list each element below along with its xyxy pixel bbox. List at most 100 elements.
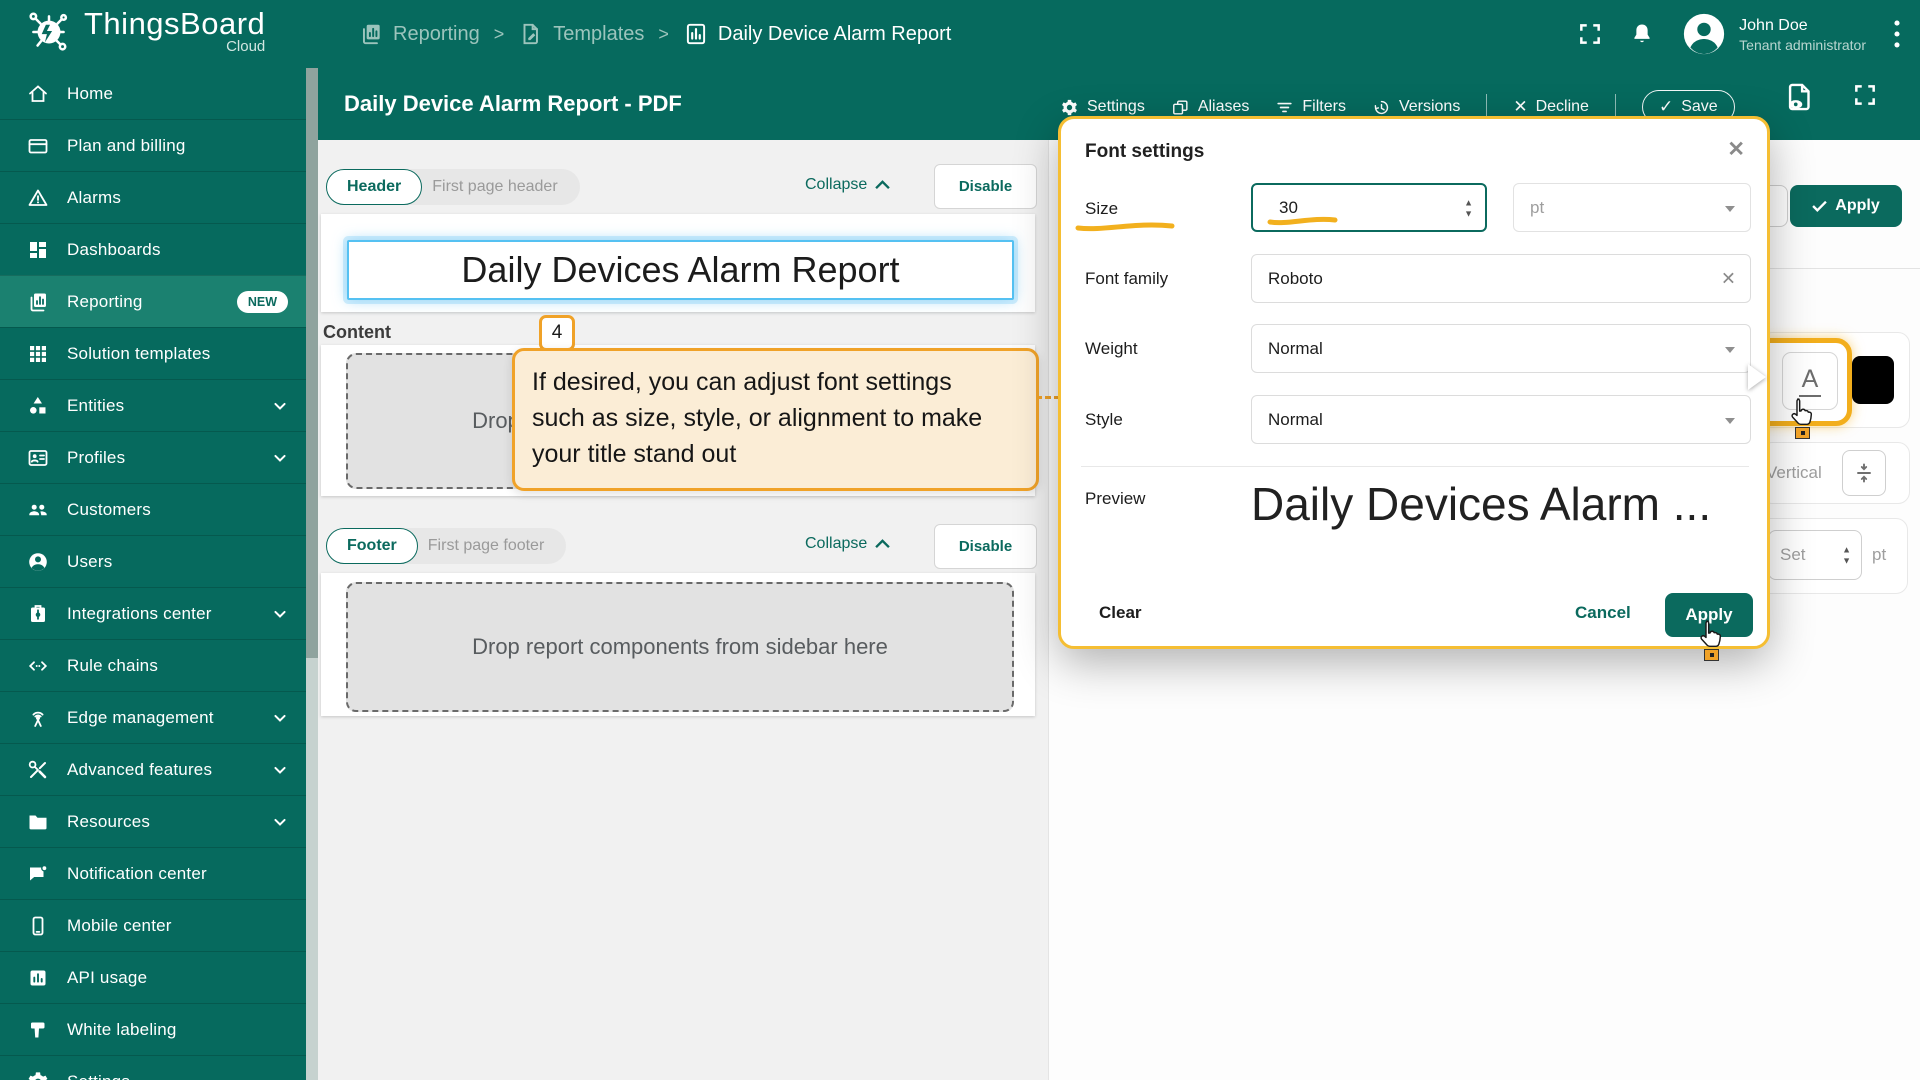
sidebar-item-label: Plan and billing	[67, 135, 186, 155]
clear-icon[interactable]: ✕	[1721, 268, 1736, 289]
font-preview-text: Daily Devices Alarm ...	[1251, 478, 1712, 530]
sidebar-item-label: Advanced features	[67, 759, 213, 779]
export-preview-icon[interactable]	[1783, 78, 1819, 118]
vertical-align-center-button[interactable]	[1842, 450, 1886, 496]
breadcrumb-item-templates[interactable]: Templates	[518, 21, 644, 47]
breadcrumb-separator: >	[658, 23, 669, 44]
cancel-button[interactable]: Cancel	[1575, 603, 1631, 623]
sidebar-item-dashboards[interactable]: Dashboards	[0, 223, 306, 275]
thingsboard-logo-icon	[24, 6, 74, 56]
vertical-label: Vertical	[1766, 463, 1822, 482]
filters-icon	[1275, 98, 1294, 117]
chevron-down-icon	[270, 708, 290, 728]
header-collapse-link[interactable]: Collapse	[805, 176, 891, 194]
sidebar-item-integrations-center[interactable]: Integrations center	[0, 587, 306, 639]
chevron-down-icon	[270, 812, 290, 832]
sidebar-item-users[interactable]: Users	[0, 535, 306, 587]
chevron-up-icon	[875, 539, 891, 549]
sidebar-item-settings[interactable]: Settings	[0, 1055, 306, 1080]
tutorial-cursor-apply	[1695, 618, 1725, 661]
footer-disable-button[interactable]: Disable	[934, 524, 1037, 569]
first-page-header-chip[interactable]: First page header	[398, 169, 580, 205]
header-chip[interactable]: Header	[326, 169, 423, 205]
mobile-icon	[26, 914, 50, 938]
panel-apply-button[interactable]: Apply	[1790, 185, 1902, 227]
avatar	[1681, 11, 1727, 57]
tutorial-cursor-font-button	[1786, 396, 1816, 439]
sidebar-item-notification-center[interactable]: Notification center	[0, 847, 306, 899]
first-page-footer-chip[interactable]: First page footer	[393, 528, 567, 564]
brand[interactable]: ThingsBoard Cloud	[24, 6, 265, 56]
sidebar-item-reporting[interactable]: Reporting NEW	[0, 275, 306, 327]
user-menu[interactable]: John Doe Tenant administrator	[1681, 11, 1866, 57]
sidebar-item-api-usage[interactable]: API usage	[0, 951, 306, 1003]
hand-pointer-icon	[1700, 620, 1722, 648]
whitelabel-icon	[26, 1018, 50, 1042]
footer-collapse-link[interactable]: Collapse	[805, 535, 891, 553]
sidebar-item-profiles[interactable]: Profiles	[0, 431, 306, 483]
sidebar-scrollbar[interactable]	[306, 68, 318, 1080]
api-icon	[26, 966, 50, 990]
size-label-underline-annotation	[1075, 222, 1175, 232]
style-select[interactable]: Normal	[1251, 395, 1751, 444]
font-color-swatch[interactable]	[1852, 356, 1894, 404]
sidebar-item-alarms[interactable]: Alarms	[0, 171, 306, 223]
breadcrumb-item-reporting[interactable]: Reporting	[358, 21, 480, 47]
footer-dropzone[interactable]: Drop report components from sidebar here	[346, 582, 1014, 712]
decline-button[interactable]: ✕ Decline	[1513, 97, 1589, 117]
breadcrumb-item-daily-device-alarm-report[interactable]: Daily Device Alarm Report	[683, 21, 951, 47]
header-disable-button[interactable]: Disable	[934, 164, 1037, 209]
clear-button[interactable]: Clear	[1099, 603, 1142, 623]
check-icon: ✓	[1658, 97, 1674, 116]
sidebar-item-label: Rule chains	[67, 655, 159, 675]
dialog-divider	[1081, 466, 1749, 467]
kebab-menu-icon[interactable]	[1892, 17, 1902, 51]
set-size-field[interactable]: Set ▲ ▼	[1768, 530, 1862, 580]
style-label: Style	[1085, 410, 1123, 429]
font-family-input[interactable]: Roboto ✕	[1251, 254, 1751, 303]
fullscreen-icon[interactable]	[1577, 21, 1603, 47]
users-icon	[26, 550, 50, 574]
edge-icon	[26, 706, 50, 730]
weight-select[interactable]: Normal	[1251, 324, 1751, 373]
size-label: Size	[1085, 199, 1119, 218]
sidebar-item-plan-and-billing[interactable]: Plan and billing	[0, 119, 306, 171]
chevron-down-icon	[270, 604, 290, 624]
cursor-click-marker	[1795, 427, 1810, 439]
sidebar-item-advanced-features[interactable]: Advanced features	[0, 743, 306, 795]
dialog-title: Font settings	[1085, 141, 1205, 162]
sidebar-item-white-labeling[interactable]: White labeling	[0, 1003, 306, 1055]
toolbar-label: Filters	[1302, 98, 1346, 115]
close-icon[interactable]: ✕	[1727, 137, 1745, 162]
size-unit-select[interactable]: pt	[1513, 183, 1751, 232]
toolbar-label: Decline	[1535, 98, 1589, 115]
sidebar-item-label: Settings	[67, 1072, 130, 1080]
sidebar-item-mobile-center[interactable]: Mobile center	[0, 899, 306, 951]
versions-button[interactable]: Versions	[1372, 98, 1460, 117]
stepper-arrows[interactable]: ▲ ▼	[1842, 545, 1851, 565]
advanced-icon	[26, 758, 50, 782]
sidebar-item-entities[interactable]: Entities	[0, 379, 306, 431]
sidebar-item-label: Notification center	[67, 863, 207, 883]
sidebar-item-solution-templates[interactable]: Solution templates	[0, 327, 306, 379]
notifications-bell-icon[interactable]	[1629, 20, 1655, 48]
expand-editor-icon[interactable]	[1852, 82, 1888, 122]
sidebar: Home Plan and billing Alarms Dashboards Repo…	[0, 68, 318, 1080]
size-stepper[interactable]: ▲ ▼	[1464, 198, 1473, 218]
settings-button[interactable]: Settings	[1060, 98, 1145, 117]
sidebar-item-home[interactable]: Home	[0, 68, 306, 119]
report-title: Daily Device Alarm Report - PDF	[344, 91, 682, 116]
footer-chip[interactable]: Footer	[326, 528, 418, 564]
sidebar-item-resources[interactable]: Resources	[0, 795, 306, 847]
sidebar-item-label: Mobile center	[67, 915, 172, 935]
filters-button[interactable]: Filters	[1275, 98, 1346, 117]
customers-icon	[26, 498, 50, 522]
font-underline-icon: A	[1798, 365, 1822, 397]
sidebar-item-edge-management[interactable]: Edge management	[0, 691, 306, 743]
report-title-input[interactable]: Daily Devices Alarm Report	[347, 240, 1014, 300]
sidebar-item-rule-chains[interactable]: Rule chains	[0, 639, 306, 691]
sidebar-item-customers[interactable]: Customers	[0, 483, 306, 535]
aliases-button[interactable]: Aliases	[1171, 98, 1249, 117]
toolbar-label: Versions	[1398, 98, 1461, 115]
resources-icon	[26, 810, 50, 834]
